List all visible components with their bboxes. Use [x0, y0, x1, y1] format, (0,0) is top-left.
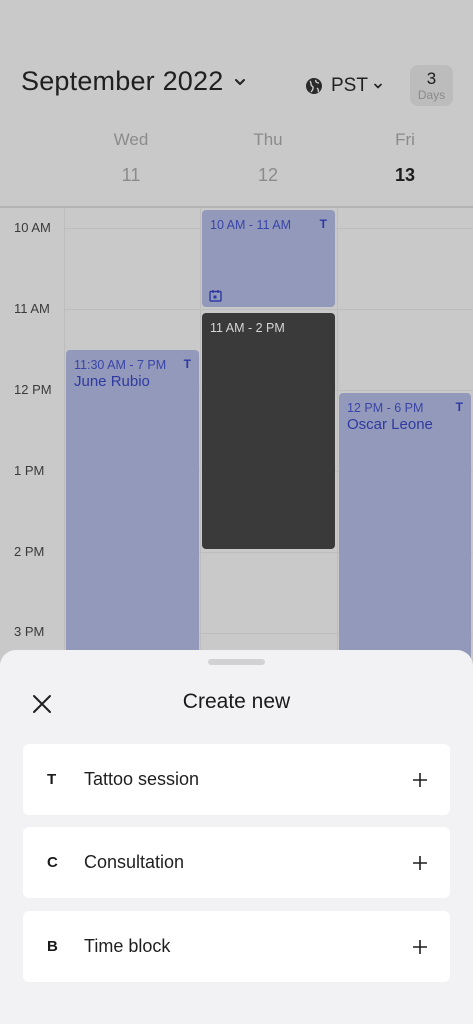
- month-selector[interactable]: September 2022: [21, 66, 247, 97]
- sheet-drag-handle[interactable]: [208, 659, 265, 665]
- globe-icon: [306, 78, 322, 94]
- event-time: 12 PM - 6 PM: [347, 401, 424, 415]
- hour-label: 12 PM: [14, 382, 52, 397]
- calendar-icon: [209, 290, 222, 302]
- view-range-unit: Days: [417, 88, 446, 102]
- event-time: 11 AM - 2 PM: [210, 321, 285, 335]
- column-divider: [200, 208, 201, 658]
- event-card[interactable]: 10 AM - 11 AM T: [202, 210, 335, 307]
- option-key: B: [47, 938, 58, 955]
- hour-label: 10 AM: [14, 220, 51, 235]
- hour-line: [64, 309, 473, 310]
- event-type-tag: T: [183, 357, 191, 371]
- day-header-wed[interactable]: Wed 11: [63, 130, 199, 186]
- view-range-button[interactable]: 3 Days: [410, 65, 453, 106]
- option-key: T: [47, 771, 57, 788]
- day-date: 12: [257, 165, 279, 185]
- event-card[interactable]: 11:30 AM - 7 PM June Rubio T: [66, 350, 199, 670]
- event-time: 11:30 AM - 7 PM: [74, 358, 167, 372]
- plus-icon: [413, 772, 427, 787]
- event-card[interactable]: 11 AM - 2 PM: [202, 313, 335, 549]
- event-time: 10 AM - 11 AM: [210, 218, 292, 232]
- event-type-tag: T: [319, 217, 327, 231]
- view-range-count: 3: [426, 69, 437, 88]
- timezone-selector[interactable]: PST: [305, 75, 383, 97]
- header-divider: [0, 206, 473, 208]
- option-tattoo-session[interactable]: T Tattoo session: [23, 744, 450, 815]
- chevron-down-icon: [374, 83, 382, 89]
- chevron-down-icon: [235, 78, 246, 85]
- day-name: Wed: [113, 130, 149, 149]
- day-name: Thu: [253, 130, 283, 149]
- sheet-title: Create new: [182, 690, 291, 713]
- event-client-name: June Rubio: [74, 373, 150, 390]
- timezone-label: PST: [331, 75, 368, 96]
- option-label: Time block: [84, 936, 171, 956]
- option-consultation[interactable]: C Consultation: [23, 827, 450, 898]
- day-date: 11: [121, 165, 141, 185]
- event-client-name: Oscar Leone: [347, 416, 433, 433]
- hour-label: 11 AM: [14, 301, 50, 316]
- option-label: Consultation: [84, 852, 185, 872]
- hour-label: 3 PM: [14, 624, 45, 639]
- event-type-tag: T: [455, 400, 463, 414]
- create-new-sheet: Create new T Tattoo session C Consultati…: [0, 650, 473, 1024]
- option-label: Tattoo session: [84, 769, 200, 789]
- option-key: C: [47, 854, 58, 871]
- day-date-today: 13: [394, 165, 416, 185]
- column-divider: [64, 208, 65, 658]
- event-card[interactable]: 12 PM - 6 PM Oscar Leone T: [339, 393, 471, 673]
- plus-icon: [413, 939, 427, 954]
- column-divider: [337, 208, 338, 658]
- plus-icon: [413, 855, 427, 870]
- day-header-thu[interactable]: Thu 12: [200, 130, 336, 186]
- hour-label: 1 PM: [14, 463, 45, 478]
- option-time-block[interactable]: B Time block: [23, 911, 450, 982]
- hour-label: 2 PM: [14, 544, 45, 559]
- day-name: Fri: [395, 130, 415, 149]
- month-title: September 2022: [21, 66, 224, 96]
- day-header-fri[interactable]: Fri 13: [337, 130, 473, 186]
